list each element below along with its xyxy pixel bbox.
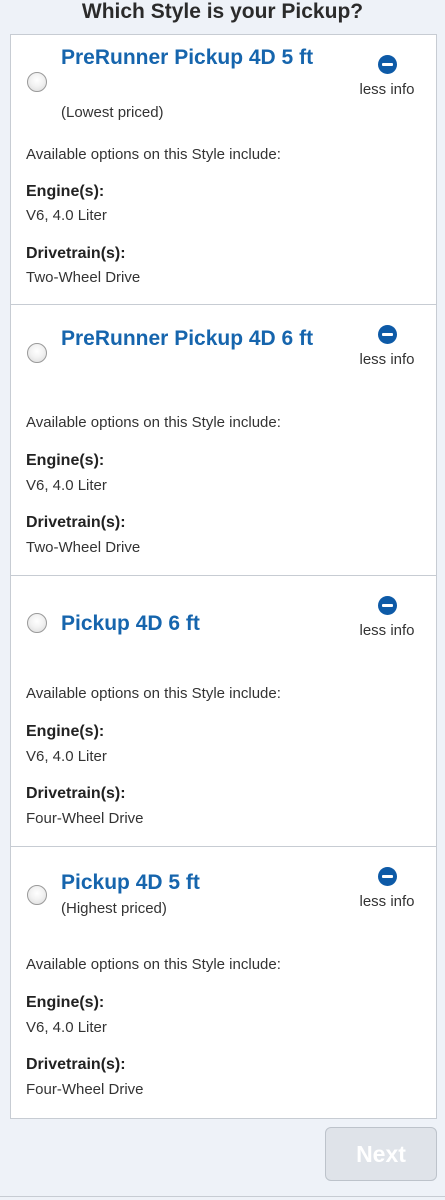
less-info-toggle[interactable]: less info: [352, 596, 422, 640]
minus-circle-icon: [377, 867, 397, 886]
drivetrain-value: Four-Wheel Drive: [26, 810, 144, 827]
minus-circle-icon: [377, 55, 397, 74]
style-name[interactable]: Pickup 4D 5 ft: [61, 868, 331, 897]
drivetrain-label: Drivetrain(s):: [26, 785, 126, 802]
price-note: (Lowest priced): [61, 104, 164, 121]
style-radio-button[interactable]: [27, 343, 47, 363]
style-picker-page: Which Style is your Pickup? PreRunner Pi…: [0, 0, 445, 1200]
drivetrain-label: Drivetrain(s):: [26, 1056, 126, 1073]
options-intro: Available options on this Style include:: [26, 685, 281, 702]
engine-value: V6, 4.0 Liter: [26, 748, 107, 765]
style-name[interactable]: Pickup 4D 6 ft: [61, 609, 331, 638]
less-info-toggle[interactable]: less info: [352, 325, 422, 369]
minus-circle-icon: [377, 325, 397, 344]
less-info-label: less info: [359, 81, 415, 98]
divider: [0, 1196, 445, 1197]
next-button[interactable]: Next: [325, 1127, 437, 1181]
engine-label: Engine(s):: [26, 994, 105, 1011]
drivetrain-label: Drivetrain(s):: [26, 514, 126, 531]
drivetrain-value: Two-Wheel Drive: [26, 539, 141, 556]
less-info-label: less info: [359, 622, 415, 639]
style-name[interactable]: PreRunner Pickup 4D 6 ft: [61, 324, 331, 353]
style-list: PreRunner Pickup 4D 5 ft (Lowest priced)…: [10, 34, 437, 1119]
less-info-toggle[interactable]: less info: [352, 867, 422, 911]
engine-value: V6, 4.0 Liter: [26, 1019, 107, 1036]
style-radio-button[interactable]: [27, 885, 47, 905]
style-radio-button[interactable]: [27, 613, 47, 633]
drivetrain-value: Two-Wheel Drive: [26, 269, 141, 286]
options-intro: Available options on this Style include:: [26, 956, 281, 973]
page-title: Which Style is your Pickup?: [81, 0, 364, 23]
drivetrain-label: Drivetrain(s):: [26, 245, 126, 262]
options-intro: Available options on this Style include:: [26, 146, 281, 163]
engine-label: Engine(s):: [26, 452, 105, 469]
engine-value: V6, 4.0 Liter: [26, 477, 107, 494]
less-info-label: less info: [359, 893, 415, 910]
engine-label: Engine(s):: [26, 723, 105, 740]
style-name[interactable]: PreRunner Pickup 4D 5 ft: [61, 43, 331, 72]
price-note: (Highest priced): [61, 900, 167, 917]
less-info-toggle[interactable]: less info: [352, 55, 422, 99]
engine-label: Engine(s):: [26, 183, 105, 200]
style-radio-button[interactable]: [27, 72, 47, 92]
drivetrain-value: Four-Wheel Drive: [26, 1081, 144, 1098]
style-option-card[interactable]: Pickup 4D 5 ft (Highest priced) less inf…: [11, 847, 436, 1118]
style-option-card[interactable]: PreRunner Pickup 4D 5 ft (Lowest priced)…: [11, 35, 436, 305]
minus-circle-icon: [377, 596, 397, 615]
engine-value: V6, 4.0 Liter: [26, 207, 107, 224]
less-info-label: less info: [359, 351, 415, 368]
style-option-card[interactable]: Pickup 4D 6 ft less info Available optio…: [11, 576, 436, 847]
style-option-card[interactable]: PreRunner Pickup 4D 6 ft less info Avail…: [11, 305, 436, 576]
options-intro: Available options on this Style include:: [26, 414, 281, 431]
